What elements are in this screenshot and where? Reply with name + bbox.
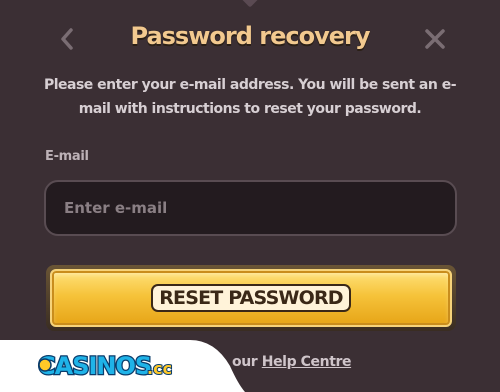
instructions-text: Please enter your e-mail address. You wi…	[43, 77, 457, 117]
top-notch-decoration	[241, 0, 259, 8]
email-label: E-mail	[45, 149, 89, 164]
reset-password-button[interactable]: RESET PASSWORD	[46, 265, 456, 331]
svg-text:.cc: .cc	[147, 359, 172, 378]
svg-text:CASINOS: CASINOS	[38, 352, 151, 380]
close-icon	[425, 29, 445, 49]
modal-header: Password recovery	[0, 20, 500, 60]
casinos-watermark-logo: CASINOS .cc	[0, 340, 245, 392]
close-button[interactable]	[420, 24, 450, 54]
help-footer: our Help Centre	[232, 354, 352, 370]
email-field[interactable]	[44, 180, 457, 236]
reset-button-label: RESET PASSWORD	[153, 286, 349, 310]
help-centre-link[interactable]: Help Centre	[262, 354, 352, 370]
reset-button-face: RESET PASSWORD	[50, 269, 452, 327]
